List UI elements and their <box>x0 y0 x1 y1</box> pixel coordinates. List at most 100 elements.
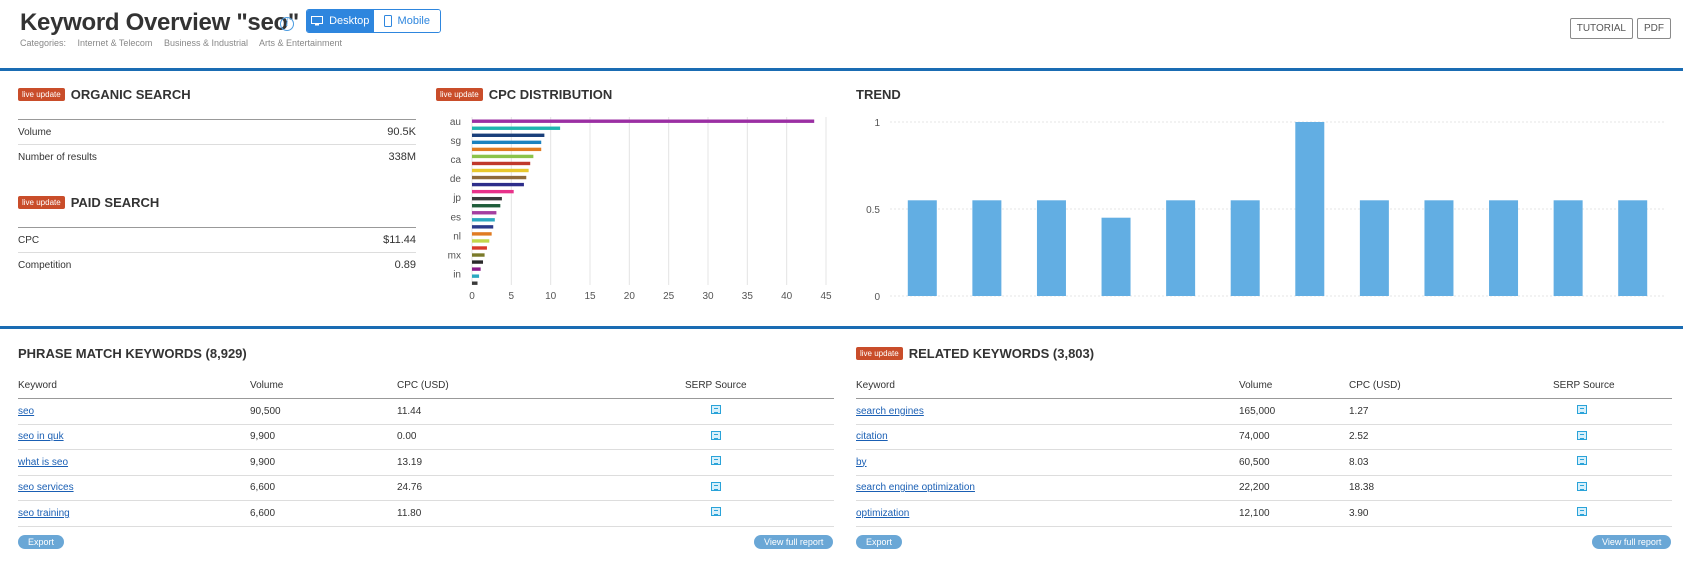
live-update-badge: live update <box>856 347 903 360</box>
serp-source-icon[interactable] <box>1577 481 1587 491</box>
bar <box>1166 200 1196 296</box>
bar <box>472 196 502 201</box>
live-update-badge: live update <box>18 88 65 101</box>
bar <box>472 281 478 285</box>
view-full-report-button[interactable]: View full report <box>1592 535 1672 549</box>
export-button[interactable]: Export <box>856 535 903 549</box>
table-row: seo services 6,600 24.76 <box>18 476 834 501</box>
keyword-link[interactable]: search engines <box>856 406 924 417</box>
category-item[interactable]: Arts & Entertainment <box>259 38 342 48</box>
serp-source-icon[interactable] <box>1577 456 1587 466</box>
volume-cell: 9,900 <box>250 456 276 468</box>
page-header: Keyword Overview "seo" i Desktop Mobile … <box>0 0 1683 68</box>
info-icon[interactable]: i <box>280 17 294 31</box>
category-item[interactable]: Internet & Telecom <box>78 38 153 48</box>
cpc-cell: 11.44 <box>397 405 422 417</box>
column-header: Volume <box>250 380 284 391</box>
volume-cell: 22,200 <box>1239 482 1270 494</box>
serp-source-icon[interactable] <box>711 405 721 415</box>
serp-source-icon[interactable] <box>1577 430 1587 440</box>
category-item[interactable]: Business & Industrial <box>164 38 248 48</box>
bar <box>972 200 1002 296</box>
keyword-link[interactable]: citation <box>856 431 888 442</box>
metric-row: Number of results 338M <box>18 144 416 169</box>
bar <box>1359 200 1389 296</box>
y-tick-label: jp <box>452 193 461 204</box>
bar <box>472 133 545 137</box>
bar <box>1036 200 1066 296</box>
keyword-link[interactable]: what is seo <box>18 457 68 468</box>
table-row: what is seo 9,900 13.19 <box>18 450 834 476</box>
mobile-label: Mobile <box>397 15 430 27</box>
x-tick-label: 40 <box>781 291 793 302</box>
keyword-link[interactable]: seo training <box>18 508 70 519</box>
bar <box>1101 217 1131 296</box>
serp-source-icon[interactable] <box>711 481 721 491</box>
volume-cell: 12,100 <box>1239 507 1270 519</box>
y-tick-label: au <box>450 117 461 128</box>
pdf-button[interactable]: PDF <box>1637 18 1671 39</box>
x-tick-label: 15 <box>584 291 596 302</box>
bar <box>472 140 542 145</box>
cpc-distribution-heading: live update CPC DISTRIBUTION <box>436 87 612 102</box>
organic-search-table: Volume 90.5K Number of results 338M <box>18 119 416 169</box>
bar <box>472 175 527 180</box>
serp-source-icon[interactable] <box>1577 507 1587 517</box>
bar <box>472 189 514 194</box>
volume-cell: 6,600 <box>250 482 276 494</box>
bar <box>472 274 480 278</box>
serp-source-icon[interactable] <box>711 430 721 440</box>
bar <box>472 119 815 123</box>
bar <box>472 126 561 130</box>
table-row: optimization 12,100 3.90 <box>856 501 1672 527</box>
cpc-cell: 1.27 <box>1349 405 1369 417</box>
column-header: Keyword <box>856 380 895 391</box>
paid-search-title: PAID SEARCH <box>70 195 160 210</box>
serp-source-icon[interactable] <box>711 456 721 466</box>
tutorial-button[interactable]: TUTORIAL <box>1569 18 1633 39</box>
bar <box>472 239 490 243</box>
keyword-link[interactable]: search engine optimization <box>856 482 975 493</box>
bar <box>472 154 534 159</box>
mobile-button[interactable]: Mobile <box>373 10 440 32</box>
device-toggle: Desktop Mobile <box>306 9 441 33</box>
x-tick-label: 45 <box>820 291 832 302</box>
related-keywords-heading: live update RELATED KEYWORDS (3,803) <box>856 346 1094 361</box>
keyword-link[interactable]: seo services <box>18 482 74 493</box>
trend-title: TREND <box>856 87 901 102</box>
y-tick-label: es <box>450 212 461 223</box>
bar <box>472 161 531 166</box>
x-tick-label: 0 <box>469 291 475 302</box>
trend-heading: TREND <box>856 87 901 102</box>
view-full-report-button[interactable]: View full report <box>754 535 834 549</box>
table-row: seo in quk 9,900 0.00 <box>18 425 834 450</box>
metric-row: Volume 90.5K <box>18 119 416 144</box>
y-tick-label: 0 <box>874 292 880 303</box>
keyword-link[interactable]: optimization <box>856 508 909 519</box>
serp-source-icon[interactable] <box>711 507 721 517</box>
bar <box>472 182 524 187</box>
serp-source-icon[interactable] <box>1577 405 1587 415</box>
paid-search-heading: live update PAID SEARCH <box>18 195 159 210</box>
table-row: by 60,500 8.03 <box>856 450 1672 476</box>
organic-search-title: ORGANIC SEARCH <box>70 87 191 102</box>
metric-value: 0.89 <box>394 259 416 271</box>
phrase-match-title: PHRASE MATCH KEYWORDS (8,929) <box>18 346 247 361</box>
live-update-badge: live update <box>18 196 65 209</box>
metric-label: Number of results <box>18 151 97 163</box>
y-tick-label: 1 <box>874 118 880 129</box>
export-button[interactable]: Export <box>18 535 65 549</box>
desktop-button[interactable]: Desktop <box>307 10 374 32</box>
keyword-link[interactable]: seo in quk <box>18 431 64 442</box>
table-row: seo training 6,600 11.80 <box>18 501 834 527</box>
bar <box>472 211 497 215</box>
keyword-link[interactable]: seo <box>18 406 34 417</box>
bar <box>472 218 495 222</box>
y-tick-label: sg <box>450 136 461 147</box>
desktop-label: Desktop <box>329 15 370 27</box>
keyword-link[interactable]: by <box>856 457 867 468</box>
bar <box>472 204 501 208</box>
live-update-badge: live update <box>436 88 483 101</box>
x-tick-label: 20 <box>624 291 636 302</box>
metric-label: Volume <box>18 126 52 138</box>
